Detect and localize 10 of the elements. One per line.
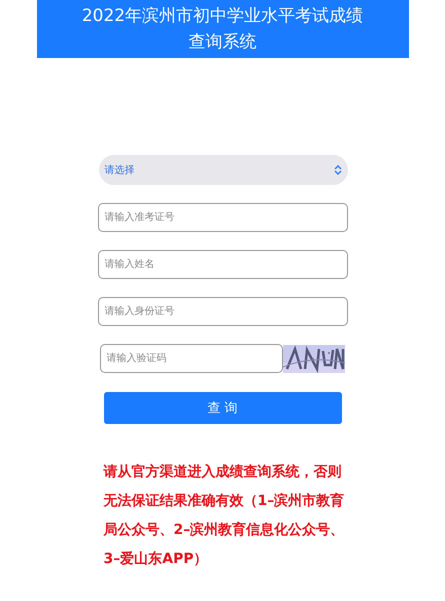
notice-text: 请从官方渠道进入成绩查询系统，否则无法保证结果准确有效（1–滨州市教育局公众号、2–滨州教育信息化公众号、3–爱山东APP） bbox=[104, 462, 346, 569]
page-title: 查询系统 bbox=[188, 31, 256, 54]
page-title: 2022年滨州市初中学业水平考试成绩 bbox=[82, 5, 364, 28]
input-field[interactable]: 请输入身份证号 bbox=[98, 297, 348, 326]
exam-select[interactable]: 请选择 bbox=[98, 155, 348, 185]
query-button[interactable]: 查 询 bbox=[104, 392, 342, 424]
captcha-field[interactable]: 请输入验证码 bbox=[100, 344, 282, 373]
input-field[interactable]: 请输入姓名 bbox=[98, 250, 348, 279]
input-field[interactable]: 请输入准考证号 bbox=[98, 203, 348, 232]
up-down-chevron-icon bbox=[334, 165, 342, 175]
